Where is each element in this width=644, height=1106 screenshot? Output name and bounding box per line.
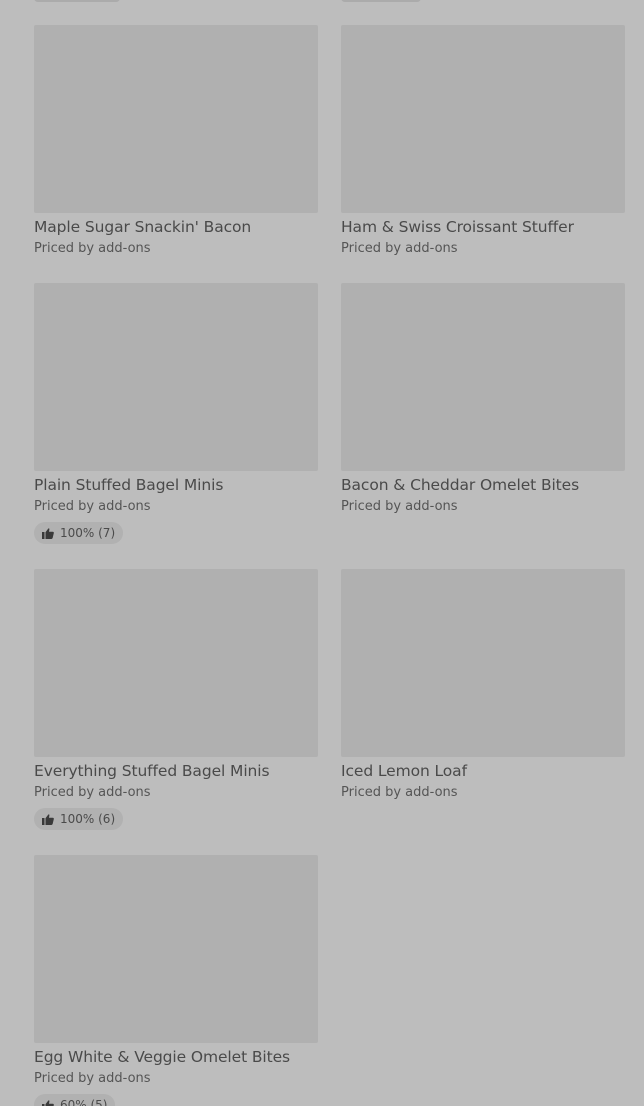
thumbs-up-icon [42,1099,54,1106]
item-image [341,569,625,757]
item-price: Priced by add-ons [341,499,458,514]
item-name: Plain Stuffed Bagel Minis [34,476,224,494]
item-image [34,283,318,471]
rating-text: 60% (5) [60,1098,108,1106]
item-image [341,25,625,213]
previous-row-rating-pill [34,0,120,2]
menu-item-card[interactable]: Plain Stuffed Bagel Minis Priced by add-… [34,283,318,544]
item-name: Bacon & Cheddar Omelet Bites [341,476,580,494]
rating-badge: 100% (7) [34,522,124,544]
rating-badge: 100% (6) [34,808,124,830]
thumbs-up-icon [42,813,54,825]
rating-text: 100% (6) [60,812,116,826]
item-price: Priced by add-ons [341,785,458,800]
item-name: Maple Sugar Snackin' Bacon [34,218,252,236]
item-image [34,25,318,213]
item-image [34,569,318,757]
item-price: Priced by add-ons [34,241,151,256]
rating-badge: 60% (5) [34,1094,116,1106]
item-price: Priced by add-ons [34,785,151,800]
menu-item-card[interactable]: Everything Stuffed Bagel Minis Priced by… [34,569,318,830]
item-name: Egg White & Veggie Omelet Bites [34,1048,291,1066]
menu-item-grid: Maple Sugar Snackin' Bacon Priced by add… [0,0,644,1106]
previous-row-rating-pill [341,0,421,2]
menu-item-card[interactable]: Ham & Swiss Croissant Stuffer Priced by … [341,25,625,257]
item-name: Ham & Swiss Croissant Stuffer [341,218,574,236]
rating-text: 100% (7) [60,526,116,540]
item-price: Priced by add-ons [34,1071,151,1086]
item-image [341,283,625,471]
item-price: Priced by add-ons [341,241,458,256]
item-price: Priced by add-ons [34,499,151,514]
menu-item-card[interactable]: Iced Lemon Loaf Priced by add-ons [341,569,625,801]
menu-item-card[interactable]: Bacon & Cheddar Omelet Bites Priced by a… [341,283,625,515]
item-name: Everything Stuffed Bagel Minis [34,762,270,780]
menu-item-card[interactable]: Egg White & Veggie Omelet Bites Priced b… [34,855,318,1106]
item-image [34,855,318,1043]
menu-item-card[interactable]: Maple Sugar Snackin' Bacon Priced by add… [34,25,318,257]
item-name: Iced Lemon Loaf [341,762,467,780]
thumbs-up-icon [42,527,54,539]
